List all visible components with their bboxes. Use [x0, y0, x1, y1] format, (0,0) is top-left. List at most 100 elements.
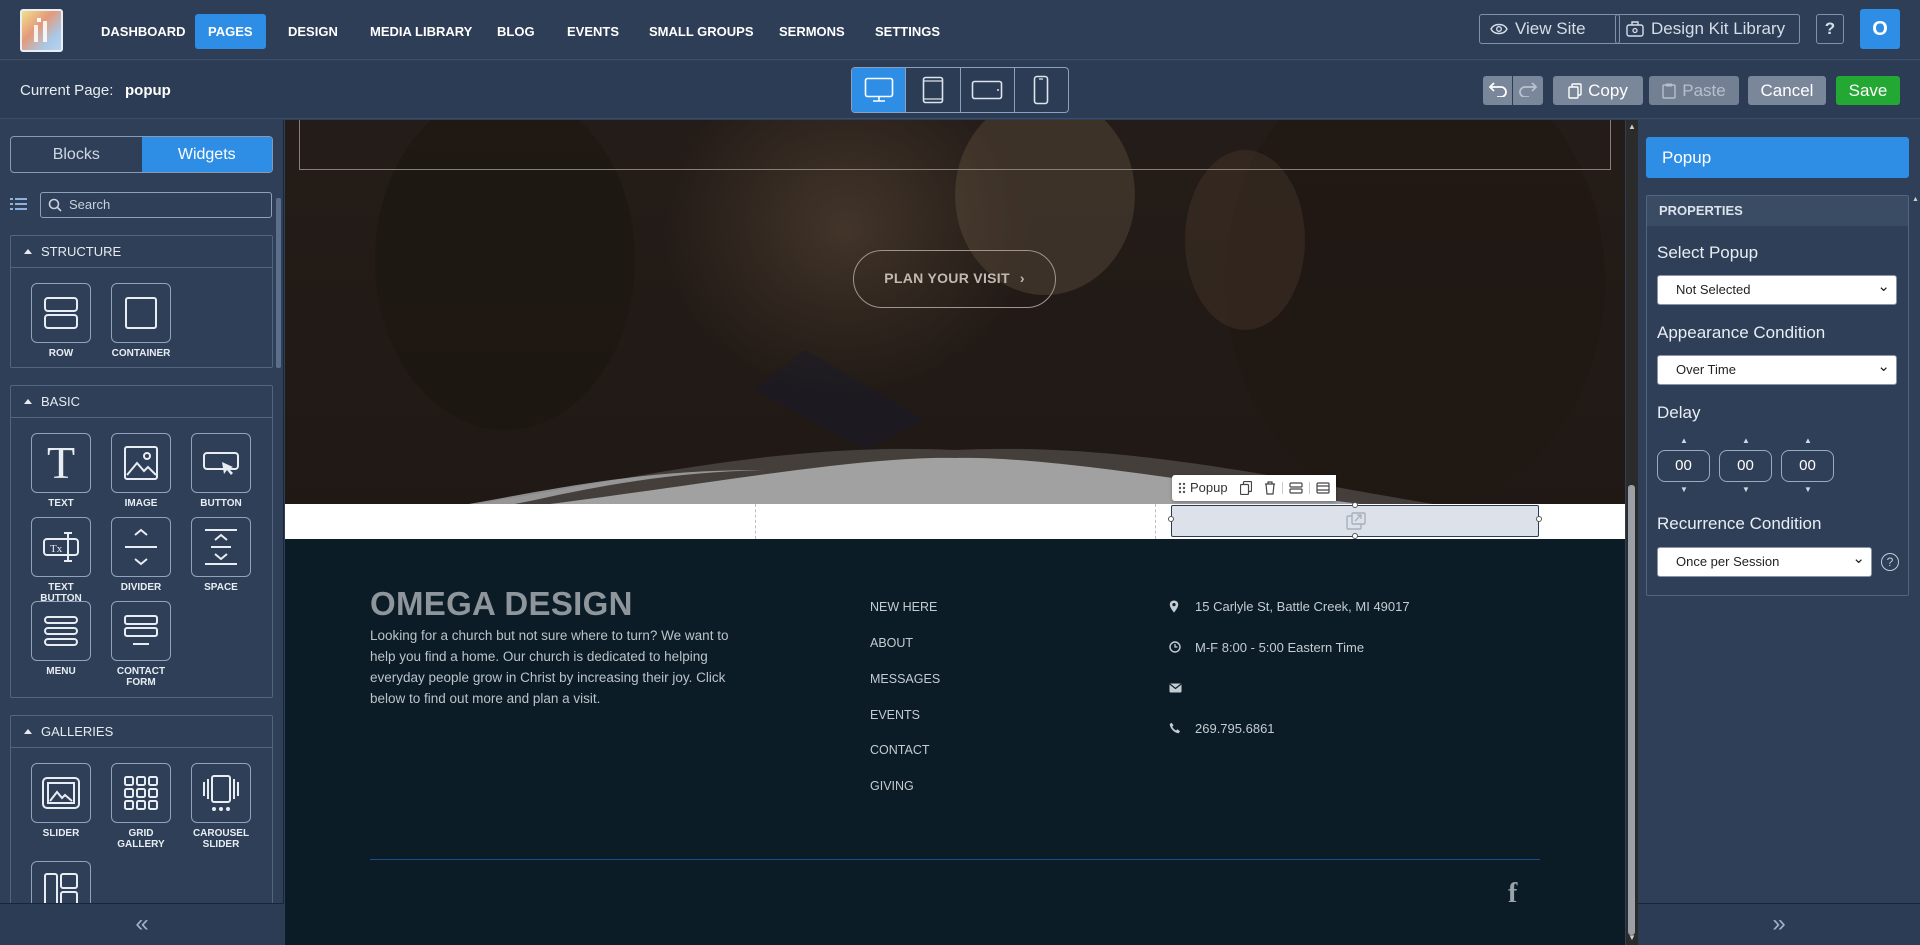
- footer-link-giving[interactable]: GIVING: [870, 779, 914, 793]
- collapse-left-panel-button[interactable]: «: [0, 903, 284, 945]
- nav-settings[interactable]: SETTINGS: [862, 14, 953, 49]
- copy-button[interactable]: Copy: [1553, 76, 1643, 105]
- recurrence-condition-dropdown[interactable]: Once per Session: [1657, 545, 1872, 577]
- delay-minutes-down-arrow-icon[interactable]: ▼: [1742, 485, 1750, 494]
- structure-section: STRUCTURE ROW CONTAINER: [10, 235, 273, 368]
- select-popup-label: Select Popup: [1657, 243, 1759, 262]
- widget-button[interactable]: BUTTON: [190, 433, 252, 509]
- nav-sermons[interactable]: SERMONS: [766, 14, 858, 49]
- widget-space[interactable]: SPACE: [190, 517, 252, 593]
- widget-more-gallery[interactable]: [30, 861, 92, 907]
- widget-contact-form[interactable]: CONTACT FORM: [110, 601, 172, 688]
- delay-hours-up-arrow-icon[interactable]: ▲: [1680, 436, 1688, 445]
- delay-seconds-up-arrow-icon[interactable]: ▲: [1804, 436, 1812, 445]
- nav-pages[interactable]: PAGES: [195, 14, 266, 49]
- grid-gallery-icon: [123, 775, 159, 811]
- tablet-landscape-view-button[interactable]: [961, 68, 1015, 112]
- facebook-icon[interactable]: f: [1508, 878, 1517, 910]
- nav-blog[interactable]: BLOG: [484, 14, 548, 49]
- view-site-label: View Site: [1515, 19, 1586, 38]
- footer-description: Looking for a church but not sure where …: [370, 628, 729, 706]
- canvas-scrollbar-thumb[interactable]: [1628, 485, 1635, 935]
- galleries-section-header[interactable]: GALLERIES: [11, 716, 272, 748]
- tab-blocks[interactable]: Blocks: [11, 137, 142, 172]
- widget-grid-gallery[interactable]: GRID GALLERY: [110, 763, 172, 850]
- nav-media-library[interactable]: MEDIA LIBRARY: [357, 14, 485, 49]
- svg-text:Tx: Tx: [50, 543, 63, 555]
- widget-menu[interactable]: MENU: [30, 601, 92, 677]
- footer-link-events[interactable]: EVENTS: [870, 708, 920, 722]
- tab-widgets[interactable]: Widgets: [141, 137, 272, 172]
- select-row-button[interactable]: [1281, 482, 1309, 494]
- design-kit-library-button[interactable]: Design Kit Library: [1615, 14, 1800, 44]
- search-icon: [48, 198, 62, 212]
- current-page-value: popup: [125, 82, 171, 99]
- delay-hours-down-arrow-icon[interactable]: ▼: [1680, 485, 1688, 494]
- duplicate-widget-button[interactable]: [1234, 481, 1258, 495]
- widget-carousel-slider[interactable]: CAROUSEL SLIDER: [190, 763, 252, 850]
- nav-dashboard[interactable]: DASHBOARD: [88, 14, 199, 49]
- footer-link-messages[interactable]: MESSAGES: [870, 672, 940, 686]
- appearance-condition-dropdown[interactable]: Over Time: [1657, 353, 1897, 385]
- delay-minutes-up-arrow-icon[interactable]: ▲: [1742, 436, 1750, 445]
- tablet-view-button[interactable]: [906, 68, 961, 112]
- resize-handle[interactable]: [1168, 516, 1174, 522]
- list-view-icon[interactable]: [10, 197, 27, 212]
- mobile-icon: [1033, 75, 1049, 105]
- view-site-button[interactable]: View Site: [1479, 14, 1620, 44]
- text-button-icon: Tx: [42, 530, 80, 564]
- app-logo[interactable]: [20, 9, 63, 52]
- properties-header[interactable]: PROPERTIES: [1647, 196, 1908, 226]
- image-icon: [123, 445, 159, 481]
- resize-handle[interactable]: [1536, 516, 1542, 522]
- select-popup-dropdown[interactable]: Not Selected: [1657, 273, 1897, 305]
- resize-handle[interactable]: [1352, 502, 1358, 508]
- widget-text[interactable]: T TEXT: [30, 433, 92, 509]
- user-avatar[interactable]: O: [1860, 9, 1900, 49]
- plan-your-visit-button[interactable]: PLAN YOUR VISIT ›: [853, 250, 1056, 308]
- right-panel-scroll-up-icon[interactable]: ▲: [1912, 196, 1919, 203]
- panel-tabs: Blocks Widgets: [10, 136, 273, 173]
- scroll-down-arrow-icon[interactable]: ▼: [1628, 933, 1636, 942]
- redo-button[interactable]: [1513, 76, 1543, 105]
- delay-minutes-input[interactable]: 00: [1719, 450, 1772, 482]
- mobile-view-button[interactable]: [1015, 68, 1068, 112]
- cancel-button[interactable]: Cancel: [1748, 76, 1826, 105]
- delay-seconds-input[interactable]: 00: [1781, 450, 1834, 482]
- scroll-up-arrow-icon[interactable]: ▲: [1628, 122, 1636, 131]
- widget-search-input[interactable]: Search: [40, 192, 272, 218]
- collapse-right-panel-button[interactable]: »: [1638, 903, 1920, 945]
- undo-button[interactable]: [1483, 76, 1512, 105]
- select-section-button[interactable]: [1308, 482, 1336, 494]
- widget-row[interactable]: ROW: [30, 283, 92, 359]
- help-button[interactable]: ?: [1816, 14, 1844, 44]
- recurrence-help-icon[interactable]: ?: [1881, 553, 1899, 571]
- delay-seconds-down-arrow-icon[interactable]: ▼: [1804, 485, 1812, 494]
- paste-button[interactable]: Paste: [1649, 76, 1739, 105]
- widget-image[interactable]: IMAGE: [110, 433, 172, 509]
- left-panel-scrollbar[interactable]: [276, 198, 281, 368]
- popup-drag-handle[interactable]: Popup: [1172, 475, 1234, 501]
- delay-hours-input[interactable]: 00: [1657, 450, 1710, 482]
- footer-link-new-here[interactable]: NEW HERE: [870, 600, 937, 614]
- delete-widget-button[interactable]: [1258, 481, 1282, 495]
- footer-address: 15 Carlyle St, Battle Creek, MI 49017: [1195, 599, 1410, 614]
- widget-slider[interactable]: SLIDER: [30, 763, 92, 839]
- desktop-view-button[interactable]: [852, 68, 907, 112]
- basic-section-header[interactable]: BASIC: [11, 386, 272, 418]
- save-button[interactable]: Save: [1836, 76, 1900, 105]
- envelope-icon[interactable]: [1169, 683, 1183, 693]
- nav-small-groups[interactable]: SMALL GROUPS: [636, 14, 767, 49]
- clock-icon: [1169, 641, 1183, 653]
- structure-section-header[interactable]: STRUCTURE: [11, 236, 272, 268]
- widget-container[interactable]: CONTAINER: [110, 283, 172, 359]
- widget-text-label: TEXT: [48, 498, 74, 509]
- footer-link-contact[interactable]: CONTACT: [870, 743, 930, 757]
- footer-link-about[interactable]: ABOUT: [870, 636, 913, 650]
- basic-section: BASIC T TEXT IMAGE BUTTON Tx TEXT BUTTON…: [10, 385, 273, 698]
- widget-text-button[interactable]: Tx TEXT BUTTON: [30, 517, 92, 604]
- nav-events[interactable]: EVENTS: [554, 14, 632, 49]
- widget-divider[interactable]: DIVIDER: [110, 517, 172, 593]
- nav-design[interactable]: DESIGN: [275, 14, 351, 49]
- row-select-icon: [1288, 482, 1303, 494]
